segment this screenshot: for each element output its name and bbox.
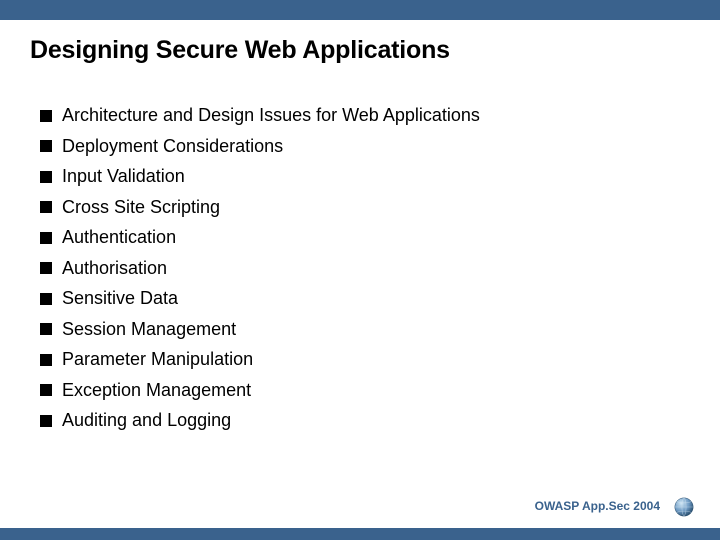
bullet-text: Cross Site Scripting [62, 197, 220, 218]
bullet-text: Authorisation [62, 258, 167, 279]
slide-title: Designing Secure Web Applications [30, 36, 450, 65]
square-bullet-icon [40, 354, 52, 366]
bullet-text: Authentication [62, 227, 176, 248]
list-item: Deployment Considerations [40, 136, 680, 157]
bullet-text: Session Management [62, 319, 236, 340]
square-bullet-icon [40, 293, 52, 305]
square-bullet-icon [40, 262, 52, 274]
bullet-text: Auditing and Logging [62, 410, 231, 431]
list-item: Session Management [40, 319, 680, 340]
square-bullet-icon [40, 232, 52, 244]
square-bullet-icon [40, 140, 52, 152]
top-bar [0, 0, 720, 20]
square-bullet-icon [40, 323, 52, 335]
bullet-text: Input Validation [62, 166, 185, 187]
slide: Designing Secure Web Applications Archit… [0, 0, 720, 540]
bottom-bar [0, 528, 720, 540]
square-bullet-icon [40, 415, 52, 427]
square-bullet-icon [40, 201, 52, 213]
globe-icon [673, 496, 695, 518]
list-item: Sensitive Data [40, 288, 680, 309]
bullet-text: Exception Management [62, 380, 251, 401]
list-item: Input Validation [40, 166, 680, 187]
bullet-text: Deployment Considerations [62, 136, 283, 157]
square-bullet-icon [40, 171, 52, 183]
list-item: Authentication [40, 227, 680, 248]
list-item: Parameter Manipulation [40, 349, 680, 370]
list-item: Auditing and Logging [40, 410, 680, 431]
bullet-text: Sensitive Data [62, 288, 178, 309]
square-bullet-icon [40, 110, 52, 122]
bullet-text: Architecture and Design Issues for Web A… [62, 105, 480, 126]
footer-text: OWASP App.Sec 2004 [535, 499, 660, 513]
list-item: Architecture and Design Issues for Web A… [40, 105, 680, 126]
square-bullet-icon [40, 384, 52, 396]
list-item: Exception Management [40, 380, 680, 401]
list-item: Cross Site Scripting [40, 197, 680, 218]
list-item: Authorisation [40, 258, 680, 279]
bullet-list: Architecture and Design Issues for Web A… [40, 105, 680, 441]
bullet-text: Parameter Manipulation [62, 349, 253, 370]
